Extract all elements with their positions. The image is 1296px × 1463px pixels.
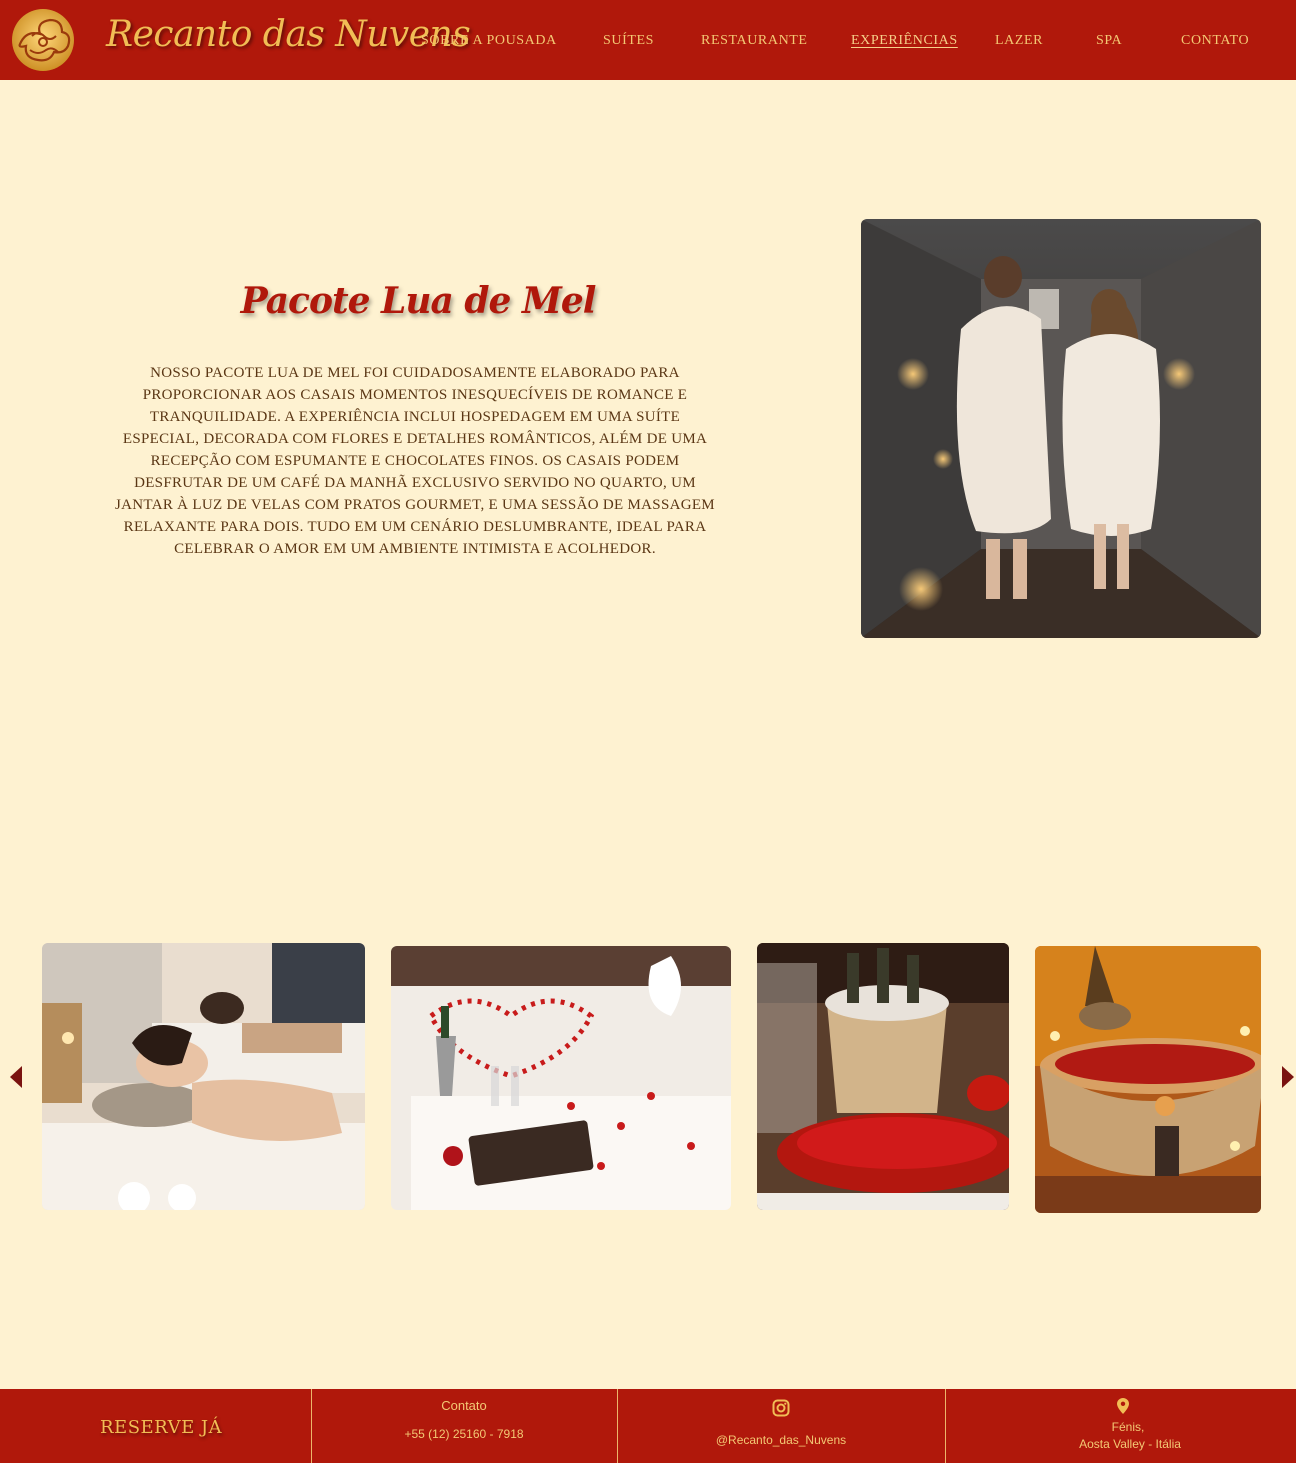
nav-sobre-a-pousada[interactable]: SOBRE A POUSADA [421, 33, 557, 49]
nav-suites[interactable]: SUÍTES [603, 33, 654, 49]
package-description: Nosso Pacote Lua de Mel foi cuidadosamen… [115, 365, 715, 557]
footer-divider [617, 1389, 618, 1463]
logo-emblem[interactable] [8, 6, 78, 74]
carousel-prev-arrow[interactable] [10, 1066, 22, 1088]
nav-spa[interactable]: SPA [1096, 33, 1122, 49]
footer-location-region: Aosta Valley - Itália [1079, 1437, 1181, 1451]
carousel-next-arrow[interactable] [1282, 1066, 1294, 1088]
nav-experiencias[interactable]: EXPERIÊNCIAS [851, 33, 958, 49]
champagne-strawberries-photo [757, 943, 1009, 1210]
couples-massage-photo [42, 943, 365, 1210]
brand-name[interactable]: Recanto das Nuvens [106, 14, 471, 55]
reserve-button[interactable]: RESERVE JÁ [100, 1417, 222, 1438]
candlelit-bathtub-photo [1035, 946, 1261, 1213]
footer-instagram-handle[interactable]: @Recanto_das_Nuvens [617, 1433, 945, 1447]
footer-phone[interactable]: +55 (12) 25160 - 7918 [311, 1427, 617, 1441]
romantic-bed-champagne-photo [391, 946, 731, 1210]
instagram-icon[interactable] [772, 1399, 790, 1417]
nav-contato[interactable]: CONTATO [1181, 33, 1249, 49]
nav-lazer[interactable]: LAZER [995, 33, 1043, 49]
footer-contact-title: Contato [441, 1398, 487, 1413]
package-title: Pacote Lua de Mel [240, 280, 597, 322]
nav-restaurante[interactable]: RESTAURANTE [701, 33, 808, 49]
location-pin-icon [1117, 1398, 1129, 1414]
site-header: Recanto das Nuvens SOBRE A POUSADA SUÍTE… [0, 0, 1296, 80]
footer-location-city: Fénis, [1111, 1420, 1145, 1434]
couple-corridor-photo [861, 219, 1261, 638]
